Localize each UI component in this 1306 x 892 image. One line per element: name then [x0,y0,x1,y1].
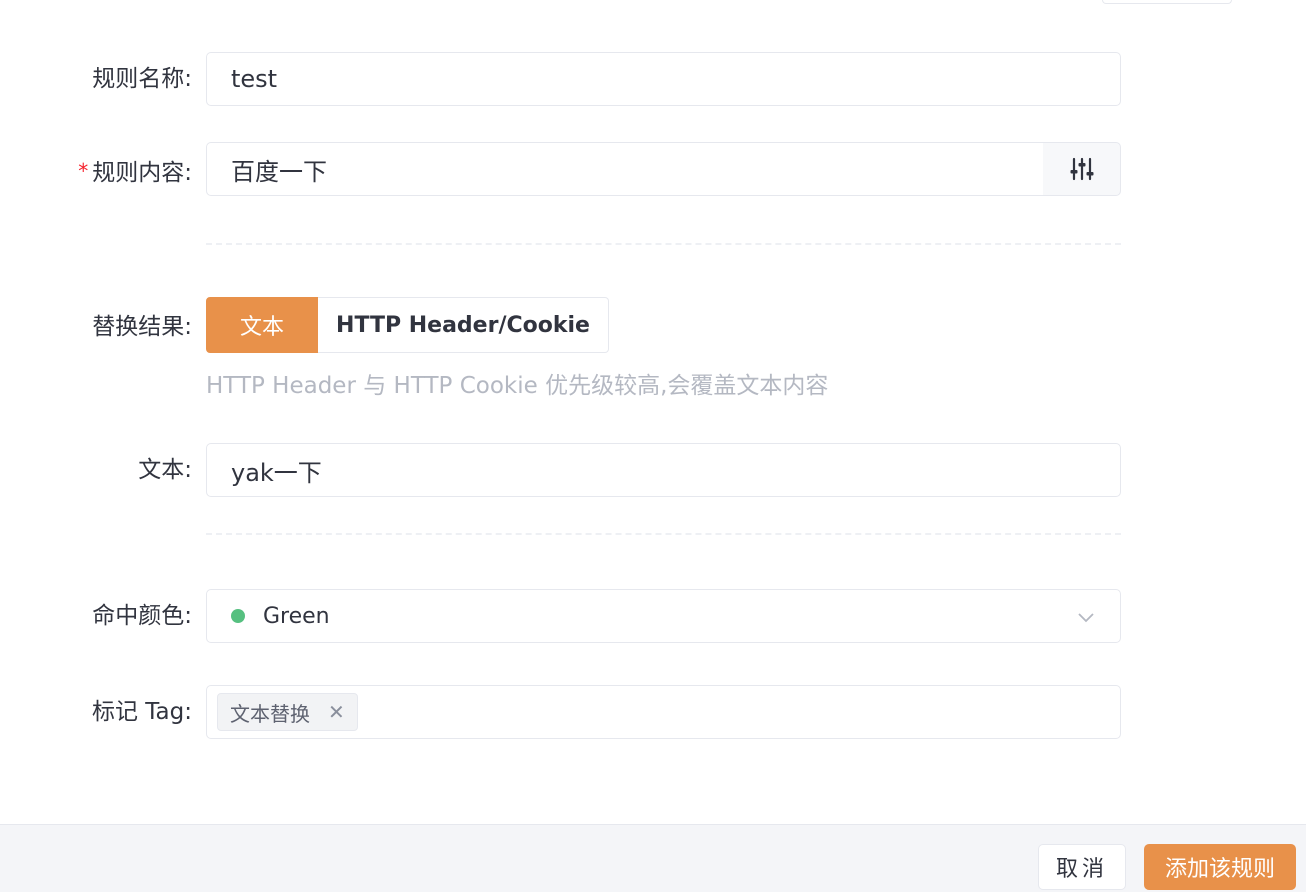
rule-name-value: test [231,65,278,93]
rule-form-dialog: 规则名称: test * 规则内容: 百度一下 替换结果: 文本 HTTP He… [0,0,1306,892]
hit-color-select[interactable]: Green [206,589,1121,643]
mark-tag-label: 标记 Tag: [92,699,192,725]
text-value: yak一下 [231,458,322,487]
dialog-footer: 取消 添加该规则 [0,824,1306,892]
add-rule-button[interactable]: 添加该规则 [1144,844,1296,890]
text-input[interactable]: yak一下 [206,443,1121,497]
option-text-button[interactable]: 文本 [206,297,318,353]
replace-result-toggle: 文本 HTTP Header/Cookie [206,297,609,353]
rule-name-input[interactable]: test [206,52,1121,106]
hit-color-label: 命中颜色: [92,603,192,629]
top-edge-fragment [1102,0,1232,4]
text-label: 文本: [138,457,192,483]
color-dot-icon [231,609,245,623]
tag-label: 文本替换 [230,701,310,726]
hit-color-value: Green [263,603,330,629]
required-mark: * [78,159,89,183]
section-divider-2 [206,533,1121,535]
rule-content-value: 百度一下 [231,157,327,186]
option-http-header-cookie-button[interactable]: HTTP Header/Cookie [318,297,609,353]
close-icon[interactable]: ✕ [328,700,345,724]
chevron-down-icon [1078,613,1094,623]
tag-chip: 文本替换 ✕ [217,693,358,731]
rule-content-label: * 规则内容: [78,159,192,186]
adjust-sliders-icon [1070,157,1093,181]
replace-result-hint: HTTP Header 与 HTTP Cookie 优先级较高,会覆盖文本内容 [206,373,829,399]
cancel-button[interactable]: 取消 [1038,844,1126,890]
replace-result-label: 替换结果: [92,314,192,340]
rule-content-input[interactable]: 百度一下 [206,142,1044,196]
section-divider-1 [206,243,1121,245]
mark-tag-input[interactable]: 文本替换 ✕ [206,685,1121,739]
rule-content-settings-button[interactable] [1043,142,1121,196]
rule-name-label: 规则名称: [92,66,192,92]
